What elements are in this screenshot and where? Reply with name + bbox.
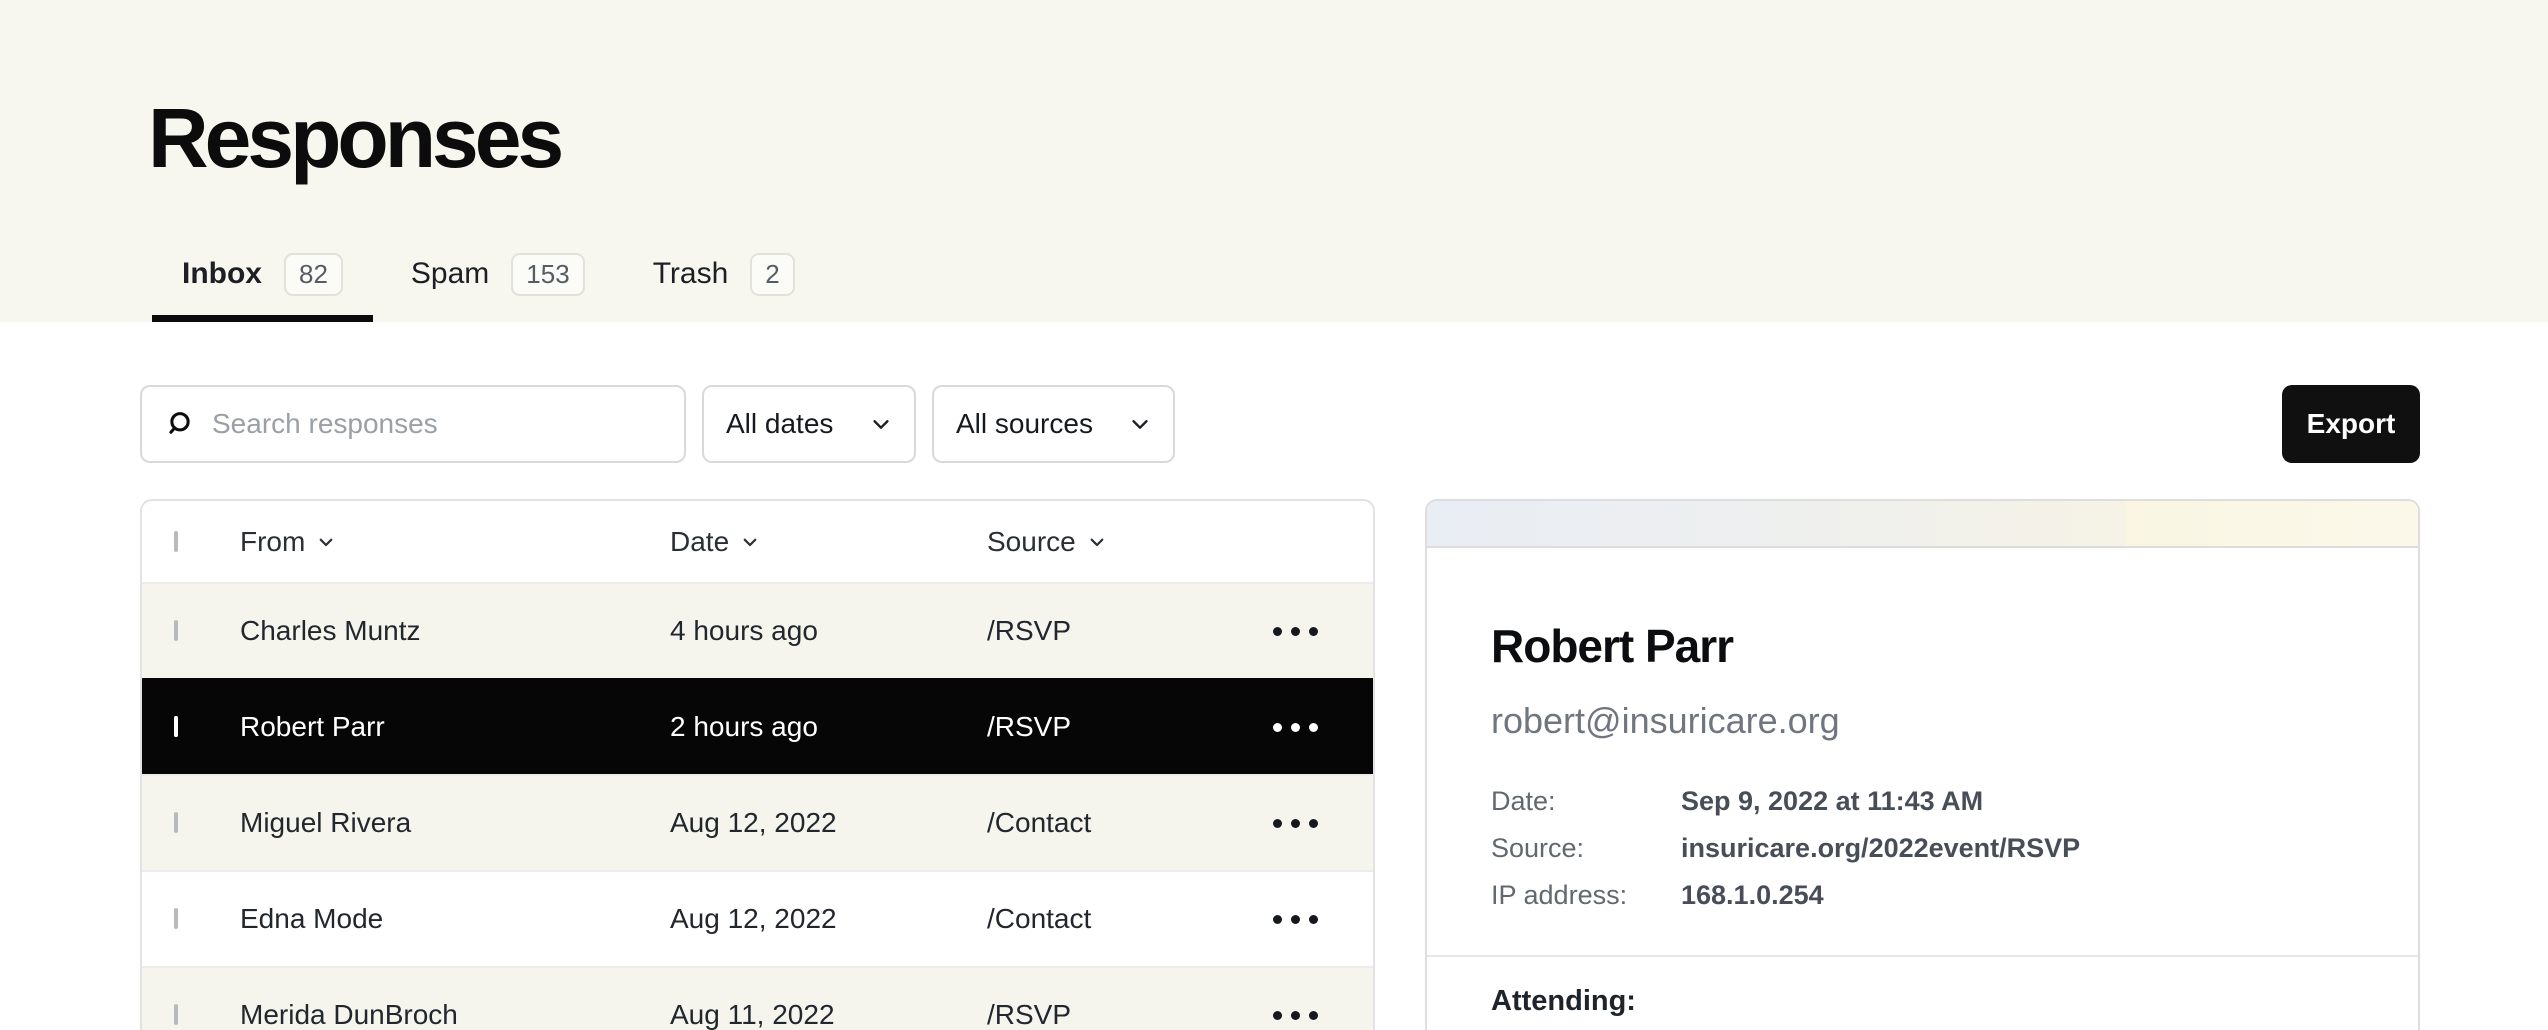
tab-spam-count-badge: 153	[511, 253, 584, 296]
chevron-down-icon	[741, 533, 759, 551]
source-filter-dropdown[interactable]: All sources	[932, 385, 1175, 463]
row-date: 4 hours ago	[670, 615, 987, 647]
tab-inbox-count-badge: 82	[284, 253, 343, 296]
dot	[1273, 1011, 1282, 1020]
row-checkbox[interactable]	[174, 908, 178, 929]
table-header-row: From Date Source	[142, 501, 1373, 582]
table-row[interactable]: Charles Muntz 4 hours ago /RSVP	[142, 582, 1373, 678]
detail-respondent-email: robert@insuricare.org	[1491, 699, 2354, 742]
row-from: Edna Mode	[240, 903, 670, 935]
detail-divider	[1427, 955, 2418, 957]
chevron-down-icon	[1129, 413, 1151, 435]
export-button[interactable]: Export	[2282, 385, 2420, 463]
row-menu-button[interactable]	[1273, 997, 1373, 1030]
dot	[1291, 627, 1300, 636]
table-row[interactable]: Edna Mode Aug 12, 2022 /Contact	[142, 870, 1373, 966]
row-menu-button[interactable]	[1273, 613, 1373, 650]
response-detail-panel: Robert Parr robert@insuricare.org Date: …	[1425, 499, 2420, 1030]
dot	[1291, 819, 1300, 828]
dot	[1291, 1011, 1300, 1020]
dot	[1309, 723, 1318, 732]
search-box	[140, 385, 686, 463]
toolbar: All dates All sources Export	[140, 385, 2420, 463]
search-icon	[164, 408, 196, 440]
meta-label: Source:	[1491, 833, 1681, 864]
detail-gradient-banner	[1427, 501, 2418, 548]
dot	[1273, 915, 1282, 924]
chevron-down-icon	[317, 533, 335, 551]
row-source: /Contact	[987, 807, 1273, 839]
row-from: Robert Parr	[240, 711, 670, 743]
row-menu-button[interactable]	[1273, 805, 1373, 842]
detail-respondent-name: Robert Parr	[1491, 620, 2354, 673]
tab-trash[interactable]: Trash 2	[623, 253, 825, 322]
chevron-down-icon	[1088, 533, 1106, 551]
select-all-checkbox[interactable]	[174, 531, 178, 552]
row-date: 2 hours ago	[670, 711, 987, 743]
row-from: Charles Muntz	[240, 615, 670, 647]
dot	[1273, 819, 1282, 828]
row-from: Miguel Rivera	[240, 807, 670, 839]
tab-inbox[interactable]: Inbox 82	[152, 253, 373, 322]
dot	[1309, 627, 1318, 636]
tab-spam-label: Spam	[411, 257, 489, 291]
detail-section-heading: Attending:	[1491, 985, 2354, 1018]
column-header-date[interactable]: Date	[670, 526, 987, 558]
meta-label: IP address:	[1491, 880, 1681, 911]
chevron-down-icon	[870, 413, 892, 435]
meta-row-ip: IP address: 168.1.0.254	[1491, 880, 2354, 927]
row-checkbox[interactable]	[174, 1004, 178, 1025]
row-checkbox[interactable]	[174, 716, 178, 737]
meta-value: Sep 9, 2022 at 11:43 AM	[1681, 786, 1983, 817]
row-menu-button[interactable]	[1273, 901, 1373, 938]
row-checkbox[interactable]	[174, 620, 178, 641]
meta-value: insuricare.org/2022event/RSVP	[1681, 833, 2080, 864]
column-header-from[interactable]: From	[240, 526, 670, 558]
tab-inbox-label: Inbox	[182, 257, 262, 291]
meta-value: 168.1.0.254	[1681, 880, 1824, 911]
meta-row-source: Source: insuricare.org/2022event/RSVP	[1491, 833, 2354, 880]
date-filter-dropdown[interactable]: All dates	[702, 385, 916, 463]
meta-row-date: Date: Sep 9, 2022 at 11:43 AM	[1491, 786, 2354, 833]
tab-trash-label: Trash	[653, 257, 729, 291]
row-source: /RSVP	[987, 711, 1273, 743]
dot	[1309, 915, 1318, 924]
column-header-source[interactable]: Source	[987, 526, 1273, 558]
table-row-selected[interactable]: Robert Parr 2 hours ago /RSVP	[142, 678, 1373, 774]
dot	[1309, 819, 1318, 828]
row-source: /Contact	[987, 903, 1273, 935]
tab-trash-count-badge: 2	[750, 253, 794, 296]
meta-label: Date:	[1491, 786, 1681, 817]
dot	[1291, 915, 1300, 924]
detail-body: Robert Parr robert@insuricare.org Date: …	[1427, 620, 2418, 1018]
tab-bar: Inbox 82 Spam 153 Trash 2	[152, 253, 825, 322]
row-date: Aug 12, 2022	[670, 807, 987, 839]
row-from: Merida DunBroch	[240, 999, 670, 1030]
row-source: /RSVP	[987, 615, 1273, 647]
detail-meta: Date: Sep 9, 2022 at 11:43 AM Source: in…	[1491, 786, 2354, 927]
row-menu-button[interactable]	[1273, 709, 1373, 746]
dot	[1273, 723, 1282, 732]
responses-table: From Date Source Charles Muntz 4 hours a…	[140, 499, 1375, 1030]
page-title: Responses	[148, 96, 560, 180]
table-row[interactable]: Miguel Rivera Aug 12, 2022 /Contact	[142, 774, 1373, 870]
page-header: Responses Inbox 82 Spam 153 Trash 2	[0, 0, 2548, 322]
dot	[1291, 723, 1300, 732]
source-filter-value: All sources	[956, 408, 1093, 440]
table-row[interactable]: Merida DunBroch Aug 11, 2022 /RSVP	[142, 966, 1373, 1030]
tab-spam[interactable]: Spam 153	[381, 253, 615, 322]
row-source: /RSVP	[987, 999, 1273, 1030]
row-checkbox[interactable]	[174, 812, 178, 833]
row-date: Aug 11, 2022	[670, 999, 987, 1030]
search-input[interactable]	[212, 408, 662, 440]
date-filter-value: All dates	[726, 408, 833, 440]
dot	[1309, 1011, 1318, 1020]
row-date: Aug 12, 2022	[670, 903, 987, 935]
dot	[1273, 627, 1282, 636]
